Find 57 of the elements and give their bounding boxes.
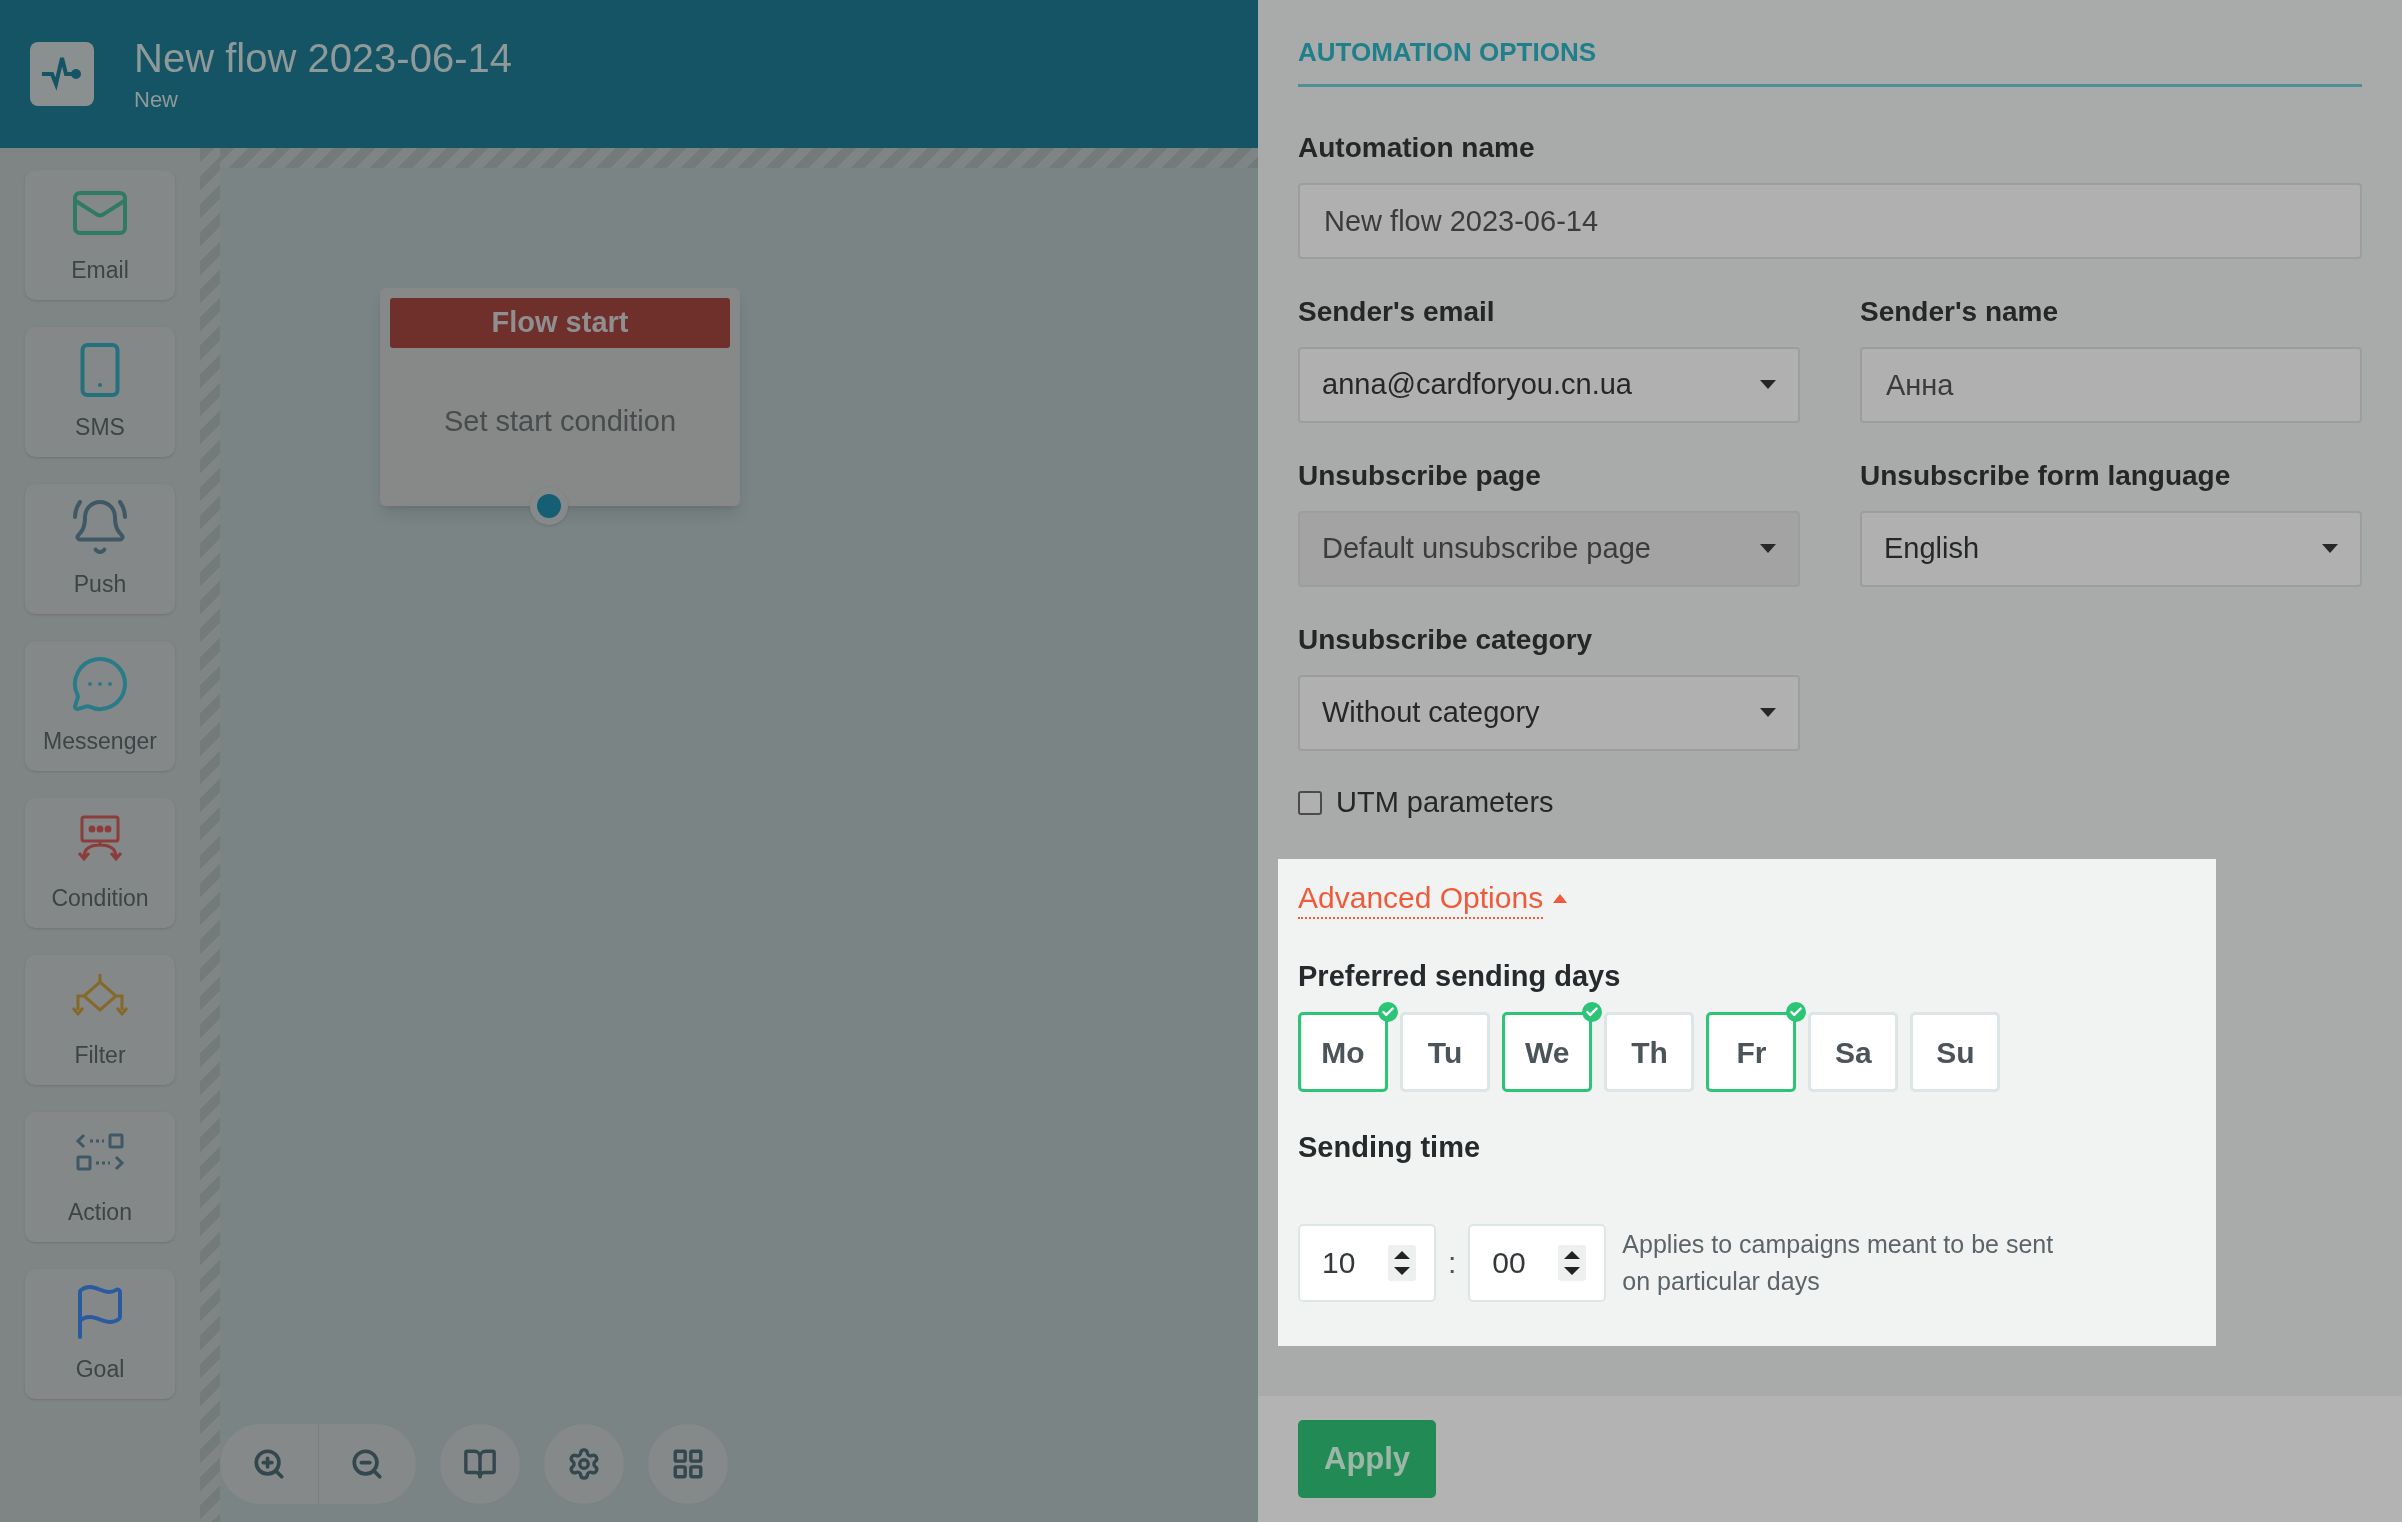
text-field[interactable]: Анна xyxy=(1860,347,2362,423)
sidebar-tool[interactable]: Email xyxy=(25,170,175,300)
text-field[interactable]: New flow 2023-06-14 xyxy=(1298,183,2362,259)
day-toggle[interactable]: Fr xyxy=(1706,1012,1797,1092)
check-badge-icon xyxy=(1378,1002,1398,1022)
node-header: Flow start xyxy=(390,298,730,348)
day-toggle[interactable]: Su xyxy=(1910,1012,2001,1092)
settings-icon xyxy=(567,1447,601,1481)
days-label: Preferred sending days xyxy=(1298,958,1622,994)
time-separator: : xyxy=(1448,1245,1457,1281)
sidebar-tool[interactable]: Condition xyxy=(25,798,175,928)
day-toggle[interactable]: Th xyxy=(1604,1012,1695,1092)
caret-down-icon xyxy=(1760,380,1776,390)
panel-title: AUTOMATION OPTIONS xyxy=(1298,34,2362,87)
day-toggle[interactable]: Tu xyxy=(1400,1012,1490,1092)
number-field[interactable]: 00 xyxy=(1468,1223,1607,1302)
grid-icon xyxy=(671,1447,705,1481)
day-toggle[interactable]: We xyxy=(1502,1012,1593,1092)
caret-down-icon xyxy=(2322,544,2338,554)
day-toggle[interactable]: Sa xyxy=(1808,1012,1899,1092)
caret-down-icon xyxy=(1760,708,1776,718)
pulse-logo-icon xyxy=(30,42,94,106)
field-label: Unsubscribe page xyxy=(1298,459,1542,493)
dropdown[interactable]: anna@cardforyou.cn.ua xyxy=(1298,347,1800,423)
field-label: Unsubscribe form language xyxy=(1860,459,2232,493)
number-field[interactable]: 10 xyxy=(1298,1223,1436,1302)
check-badge-icon xyxy=(1582,1002,1603,1022)
caret-down-icon xyxy=(1760,544,1776,554)
node-text: Set start condition xyxy=(443,404,677,439)
sidebar-tool[interactable]: Messenger xyxy=(25,641,175,771)
dropdown[interactable]: English xyxy=(1860,511,2362,587)
flow-status: New xyxy=(134,85,179,114)
sidebar-tool[interactable]: SMS xyxy=(25,327,175,457)
field-label: Sender's name xyxy=(1860,295,2060,329)
dropdown[interactable]: Without category xyxy=(1298,675,1800,751)
checkbox[interactable] xyxy=(1298,790,1322,815)
sidebar-tool[interactable]: Filter xyxy=(25,955,175,1085)
sidebar-tool[interactable]: Goal xyxy=(25,1269,175,1399)
caret-up-icon xyxy=(1553,894,1568,903)
day-toggle[interactable]: Mo xyxy=(1298,1012,1388,1092)
checkbox-label: UTM parameters xyxy=(1336,785,1554,820)
field-label: Unsubscribe category xyxy=(1298,623,1594,657)
advanced-options-toggle[interactable]: Advanced Options xyxy=(1298,878,1568,919)
zoom-in-icon xyxy=(251,1447,286,1481)
sidebar-tool[interactable]: Action xyxy=(25,1112,175,1242)
book-icon xyxy=(463,1447,497,1481)
time-label: Sending time xyxy=(1298,1130,1482,1165)
field-label: Automation name xyxy=(1298,131,1536,165)
field-label: Sender's email xyxy=(1298,295,1496,329)
time-hint: Applies to campaigns meant to be sent on particular days xyxy=(1622,1228,2055,1297)
check-badge-icon xyxy=(1786,1002,1807,1022)
spinner-arrows-icon xyxy=(1388,1244,1416,1281)
zoom-out-icon xyxy=(350,1447,385,1481)
spinner-arrows-icon xyxy=(1558,1244,1587,1281)
flow-title: New flow 2023-06-14 xyxy=(134,34,512,82)
sidebar-tool[interactable]: Push xyxy=(25,484,175,614)
flow-node[interactable]: Flow start Set start condition xyxy=(380,288,740,506)
